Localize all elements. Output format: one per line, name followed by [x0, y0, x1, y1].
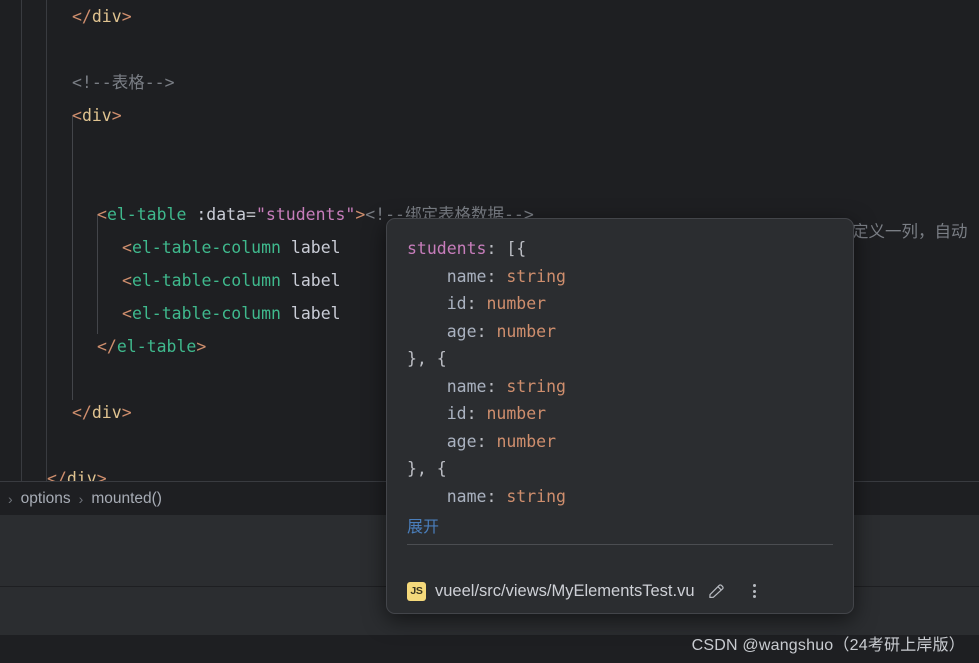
type-token [407, 322, 447, 341]
code-token: el-table [106, 205, 187, 224]
js-file-icon: JS [407, 581, 426, 601]
type-line: id: number [407, 400, 833, 428]
documentation-popup[interactable]: students: [{ name: string id: number age… [386, 218, 854, 614]
expand-link[interactable]: 展开 [407, 513, 439, 537]
code-token: < [122, 238, 132, 257]
type-token: : [466, 404, 487, 423]
type-line: name: string [407, 483, 833, 511]
type-token: students [407, 239, 487, 258]
type-token: name [446, 266, 487, 286]
type-token: id [446, 294, 467, 313]
type-signature-body: students: [{ name: string id: number age… [387, 219, 853, 510]
type-token: number [496, 321, 557, 341]
watermark-text: CSDN @wangshuo（24考研上岸版） [691, 637, 965, 654]
code-token: > [111, 106, 122, 125]
type-token: string [506, 486, 566, 506]
type-token [407, 267, 447, 286]
code-token: "students" [255, 205, 356, 224]
type-line: students: [{ [407, 235, 833, 263]
code-line[interactable] [0, 132, 979, 165]
code-token: > [121, 7, 132, 26]
chevron-right-icon: › [78, 490, 84, 507]
code-token: div [66, 469, 97, 481]
type-token: age [446, 321, 477, 341]
type-token: number [486, 404, 547, 423]
code-token: = [246, 205, 256, 224]
type-line: age: number [407, 428, 833, 456]
type-line: name: string [407, 263, 833, 291]
code-token: el-table-column [131, 238, 281, 257]
type-token: string [506, 266, 566, 286]
type-line: }, { [407, 345, 833, 373]
code-line[interactable]: </div> [0, 0, 979, 33]
type-token: }, { [407, 459, 447, 478]
type-line: }, { [407, 455, 833, 483]
type-token: : [476, 431, 497, 451]
type-token: number [486, 294, 547, 313]
type-token: : [476, 321, 497, 341]
code-line[interactable] [0, 33, 979, 66]
code-token: el-table-column [131, 271, 281, 290]
code-token: label [290, 238, 341, 257]
code-token: < [72, 106, 82, 125]
type-token: name [446, 486, 487, 506]
type-token: age [446, 431, 477, 451]
type-token: name [446, 376, 487, 396]
type-token [407, 432, 447, 451]
pencil-icon[interactable] [707, 581, 727, 601]
code-line[interactable]: <!--表格--> [0, 66, 979, 99]
code-token: < [122, 271, 132, 290]
code-token: label [290, 304, 341, 323]
code-token: </ [72, 7, 92, 26]
type-token: : [486, 266, 507, 286]
code-token: <!--表格--> [72, 73, 175, 92]
type-line: name: string [407, 373, 833, 401]
type-token [407, 487, 447, 506]
code-token: > [355, 205, 366, 224]
type-line: id: number [407, 290, 833, 318]
code-token: div [91, 403, 122, 422]
breadcrumb-item-options[interactable]: options [21, 490, 71, 508]
type-token: : [486, 486, 507, 506]
code-token: div [81, 106, 112, 125]
type-token [407, 294, 447, 313]
type-token: : [486, 376, 507, 396]
code-token: </ [97, 337, 117, 356]
code-token: el-table [116, 337, 197, 356]
breadcrumb-leading-chevron-icon: › [8, 490, 13, 507]
type-line: age: number [407, 318, 833, 346]
ide-window: </div> <!--表格--> <div> <el-table :data="stu… [0, 0, 979, 663]
code-token: > [121, 403, 132, 422]
type-token: : [{ [486, 239, 527, 258]
code-token: </ [47, 469, 67, 481]
type-token [407, 377, 447, 396]
type-token: : [466, 294, 487, 313]
code-token: > [196, 337, 207, 356]
code-token: el-table-column [131, 304, 281, 323]
popup-footer: JS vueel/src/views/MyElementsTest.vu [387, 567, 853, 613]
code-line[interactable] [0, 165, 979, 198]
code-token: > [96, 469, 107, 481]
code-token: label [290, 271, 341, 290]
breadcrumb-item-mounted[interactable]: mounted() [91, 490, 162, 508]
type-token: number [496, 431, 557, 451]
code-line[interactable]: <div> [0, 99, 979, 132]
type-token: string [506, 376, 566, 396]
popup-divider [407, 544, 833, 545]
source-file-path[interactable]: vueel/src/views/MyElementsTest.vu [435, 582, 695, 601]
code-token: div [91, 7, 122, 26]
code-token: < [122, 304, 132, 323]
code-token: </ [72, 403, 92, 422]
type-token: }, { [407, 349, 447, 368]
code-token: < [97, 205, 107, 224]
type-token: id [446, 404, 467, 423]
kebab-menu-icon[interactable] [745, 581, 765, 601]
code-token: :data [196, 205, 247, 224]
inline-comment-right: 定义一列，自动 [852, 222, 968, 241]
type-token [407, 404, 447, 423]
